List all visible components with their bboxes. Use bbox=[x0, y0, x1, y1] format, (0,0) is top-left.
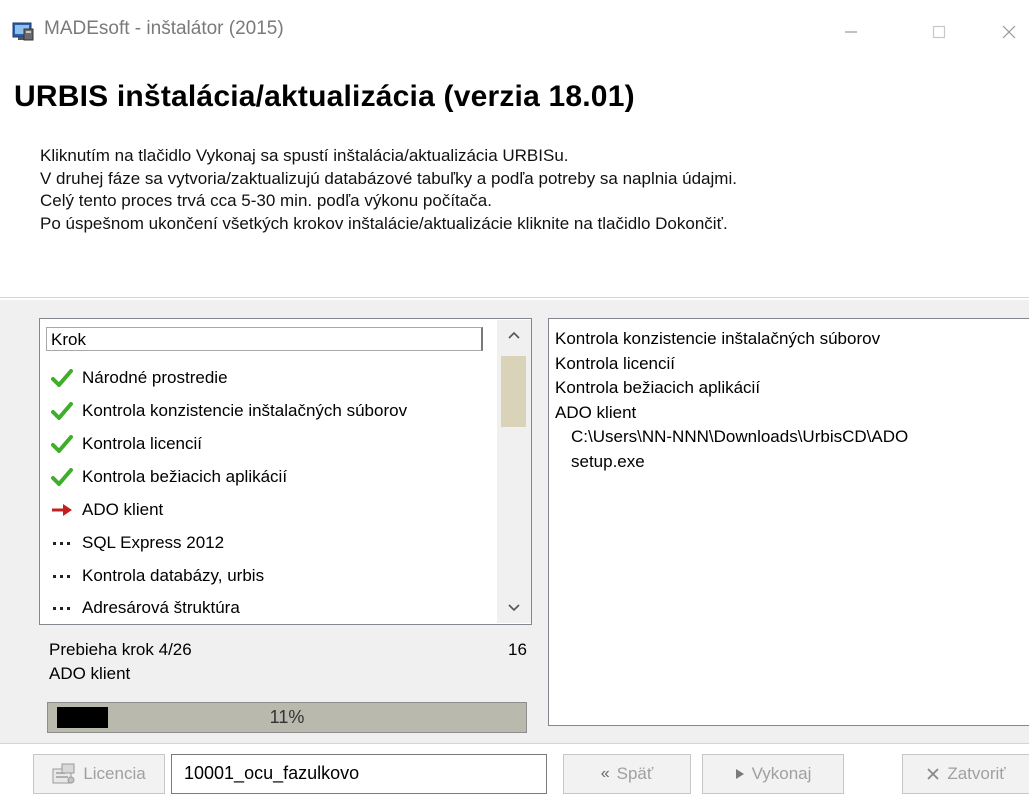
check-icon bbox=[48, 433, 76, 455]
execute-button[interactable]: Vykonaj bbox=[702, 754, 844, 794]
step-label: ADO klient bbox=[82, 500, 164, 519]
description-line: Kliknutím na tlačidlo Vykonaj sa spustí … bbox=[40, 146, 569, 165]
list-item[interactable]: Kontrola licencií bbox=[48, 429, 488, 459]
log-line: ADO klient bbox=[555, 402, 637, 422]
step-column-header-label: Krok bbox=[51, 330, 86, 349]
log-line: Kontrola bežiacich aplikácií bbox=[555, 378, 761, 397]
window-title: MADEsoft - inštalátor (2015) bbox=[44, 18, 284, 39]
list-item[interactable]: Kontrola konzistencie inštalačných súbor… bbox=[48, 396, 488, 426]
page-title: URBIS inštalácia/aktualizácia (verzia 18… bbox=[14, 80, 635, 113]
log-panel[interactable]: Kontrola konzistencie inštalačných súbor… bbox=[548, 318, 1029, 726]
list-item[interactable]: Kontrola databázy, urbis bbox=[48, 561, 488, 591]
scroll-down-button[interactable] bbox=[497, 593, 531, 623]
step-counter: 16 bbox=[508, 640, 527, 659]
arrow-right-icon bbox=[48, 499, 76, 521]
description-line: V druhej fáze sa vytvoria/zaktualizujú d… bbox=[40, 168, 737, 188]
ellipsis-icon bbox=[48, 532, 76, 554]
app-icon bbox=[12, 20, 34, 42]
double-chevron-left-icon: « bbox=[600, 765, 610, 782]
maximize-button[interactable] bbox=[916, 12, 962, 52]
description-line: Po úspešnom ukončení všetkých krokov inš… bbox=[40, 213, 728, 233]
progress-bar: 11% bbox=[47, 702, 527, 733]
scrollbar-thumb[interactable] bbox=[501, 356, 526, 427]
execute-button-label: Vykonaj bbox=[751, 764, 812, 783]
log-line: setup.exe bbox=[571, 451, 645, 471]
back-button-label: Späť bbox=[616, 764, 654, 783]
step-progress-text: Prebieha krok 4/26 bbox=[49, 640, 192, 659]
log-line: Kontrola licencií bbox=[555, 353, 676, 373]
license-icon bbox=[52, 763, 76, 785]
step-column-header[interactable]: Krok bbox=[46, 327, 483, 351]
divider bbox=[0, 297, 1029, 299]
list-item[interactable]: ADO klient bbox=[48, 495, 488, 525]
minimize-icon bbox=[845, 31, 857, 33]
step-label: Kontrola konzistencie inštalačných súbor… bbox=[82, 401, 408, 420]
log-line: Kontrola konzistencie inštalačných súbor… bbox=[555, 329, 881, 348]
close-icon bbox=[926, 767, 940, 781]
step-label: SQL Express 2012 bbox=[82, 533, 225, 552]
close-button[interactable]: Zatvoriť bbox=[902, 754, 1029, 794]
list-item[interactable]: Adresárová štruktúra bbox=[48, 593, 488, 623]
log-line: C:\Users\NN-NNN\Downloads\UrbisCD\ADO bbox=[571, 427, 909, 446]
play-icon bbox=[735, 768, 745, 780]
list-item[interactable]: SQL Express 2012 bbox=[48, 528, 488, 558]
check-icon bbox=[48, 367, 76, 389]
close-icon bbox=[1002, 25, 1016, 39]
license-button-label: Licencia bbox=[83, 764, 146, 783]
close-window-button[interactable] bbox=[986, 12, 1029, 52]
list-item[interactable]: Kontrola bežiacich aplikácií bbox=[48, 462, 488, 492]
chevron-up-icon bbox=[508, 331, 520, 339]
chevron-down-icon bbox=[508, 604, 520, 612]
progress-percent: 11% bbox=[269, 707, 305, 727]
step-label: Kontrola databázy, urbis bbox=[82, 566, 265, 585]
step-label: Národné prostredie bbox=[82, 368, 228, 387]
step-label: Kontrola licencií bbox=[82, 434, 203, 453]
ellipsis-icon bbox=[48, 597, 76, 619]
description: Kliknutím na tlačidlo Vykonaj sa spustí … bbox=[40, 145, 1010, 235]
current-step-name: ADO klient bbox=[49, 664, 131, 683]
check-icon bbox=[48, 466, 76, 488]
scroll-up-button[interactable] bbox=[497, 320, 531, 350]
step-label: Kontrola bežiacich aplikácií bbox=[82, 467, 288, 486]
step-list[interactable]: Krok Národné prostredie Kontrola konzist… bbox=[39, 318, 532, 625]
minimize-button[interactable] bbox=[828, 12, 874, 52]
description-line: Celý tento proces trvá cca 5-30 min. pod… bbox=[40, 191, 492, 210]
back-button[interactable]: « Späť bbox=[563, 754, 691, 794]
close-button-label: Zatvoriť bbox=[947, 764, 1006, 783]
title-bar: MADEsoft - inštalátor (2015) bbox=[0, 0, 1029, 58]
step-label: Adresárová štruktúra bbox=[82, 598, 240, 617]
list-item[interactable]: Národné prostredie bbox=[48, 363, 488, 393]
check-icon bbox=[48, 400, 76, 422]
license-field[interactable]: 10001_ocu_fazulkovo bbox=[171, 754, 547, 794]
maximize-icon bbox=[932, 25, 946, 39]
license-button[interactable]: Licencia bbox=[33, 754, 165, 794]
ellipsis-icon bbox=[48, 565, 76, 587]
scrollbar[interactable] bbox=[497, 320, 531, 623]
divider bbox=[0, 743, 1029, 745]
